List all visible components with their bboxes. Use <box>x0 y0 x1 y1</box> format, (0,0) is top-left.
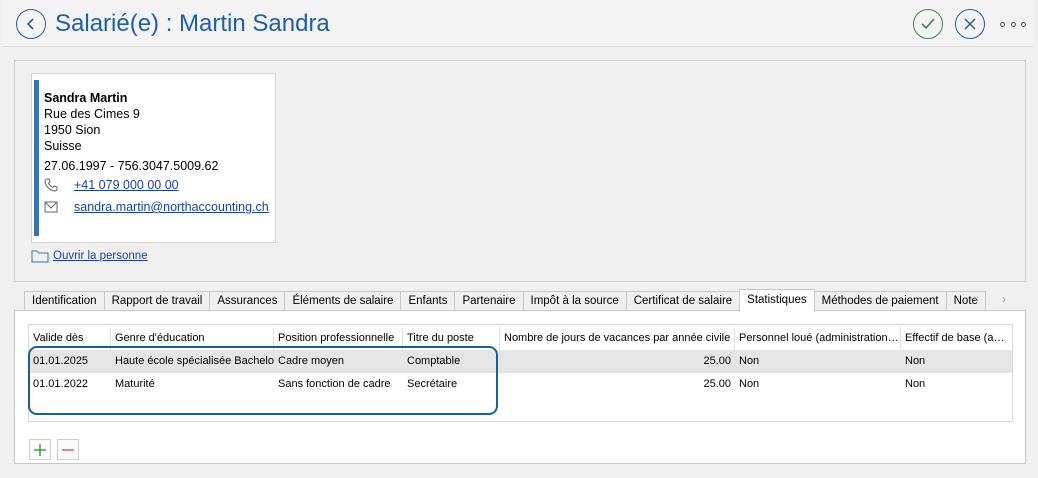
chevron-left-icon <box>26 18 34 30</box>
statistics-tab-content: Valide dès Genre d'éducation Position pr… <box>14 310 1026 464</box>
envelope-icon <box>44 201 74 213</box>
table-cell: Maturité <box>115 378 155 390</box>
person-birth-avs: 27.06.1997 - 756.3047.5009.62 <box>44 159 219 173</box>
add-row-button[interactable] <box>29 439 51 460</box>
open-person-link[interactable]: Ouvrir la personne <box>31 249 148 263</box>
column-header[interactable]: Nombre de jours de vacances par année ci… <box>500 327 735 350</box>
person-name: Sandra Martin <box>44 91 128 105</box>
phone-link[interactable]: +41 079 000 00 00 <box>74 177 179 193</box>
column-header[interactable]: Personnel loué (administration… <box>735 327 901 350</box>
tab-enfants[interactable]: Enfants <box>400 291 456 311</box>
phone-icon <box>44 178 74 192</box>
back-button[interactable] <box>16 9 46 39</box>
person-card: Sandra Martin Rue des Cimes 9 1950 Sion … <box>31 73 276 243</box>
table-row[interactable]: 01.01.2025 Haute école spécialisée Bache… <box>29 350 1012 373</box>
tab-rapport-de-travail[interactable]: Rapport de travail <box>103 291 211 311</box>
tab-elements-de-salaire[interactable]: Éléments de salaire <box>284 291 402 311</box>
tab-area: Identification Rapport de travail Assura… <box>14 288 1026 464</box>
table-cell: 25.00 <box>703 355 731 367</box>
person-country: Suisse <box>44 139 82 153</box>
card-body: Sandra Martin Rue des Cimes 9 1950 Sion … <box>44 90 271 218</box>
email-link[interactable]: sandra.martin@northaccounting.ch <box>74 199 269 215</box>
column-header[interactable]: Genre d'éducation <box>111 327 274 350</box>
grid-header-row: Valide dès Genre d'éducation Position pr… <box>29 327 1012 350</box>
tab-impot-a-la-source[interactable]: Impôt à la source <box>522 291 627 311</box>
tab-statistiques[interactable]: Statistiques <box>739 289 815 312</box>
column-header[interactable]: Effectif de base (a… <box>901 327 1012 350</box>
column-header[interactable]: Titre du poste <box>403 327 500 350</box>
person-city: 1950 Sion <box>44 123 101 137</box>
table-cell: Non <box>739 378 760 390</box>
tab-partenaire[interactable]: Partenaire <box>454 291 524 311</box>
table-cell: 01.01.2022 <box>33 378 89 390</box>
tab-scroll-arrows[interactable]: ‹ › <box>975 292 1016 306</box>
tab-strip: Identification Rapport de travail Assura… <box>24 289 986 312</box>
phone-row: +41 079 000 00 00 <box>44 174 271 196</box>
email-row: sandra.martin@northaccounting.ch <box>44 196 271 218</box>
statistics-grid: Valide dès Genre d'éducation Position pr… <box>28 324 1013 422</box>
tab-certificat-de-salaire[interactable]: Certificat de salaire <box>625 291 741 311</box>
close-icon <box>964 18 976 30</box>
table-cell: Cadre moyen <box>278 355 345 367</box>
table-cell: Haute école spécialisée Bachelor <box>115 355 274 367</box>
table-cell: Secrétaire <box>407 378 458 390</box>
plus-icon <box>34 443 46 456</box>
remove-row-button[interactable] <box>57 439 79 460</box>
table-row[interactable]: 01.01.2022 Maturité Sans fonction de cad… <box>29 373 1012 396</box>
column-header[interactable]: Position professionnelle <box>274 327 403 350</box>
close-button[interactable] <box>955 9 985 39</box>
dot-icon <box>1021 21 1026 27</box>
checkmark-icon <box>921 18 935 30</box>
table-cell: Non <box>905 355 926 367</box>
dot-icon <box>1000 21 1005 27</box>
tab-identification[interactable]: Identification <box>24 291 105 311</box>
card-accent-bar <box>34 80 39 236</box>
column-header[interactable]: Valide dès <box>29 327 111 350</box>
person-street: Rue des Cimes 9 <box>44 107 140 121</box>
page-header: Salarié(e) : Martin Sandra <box>3 0 1033 47</box>
table-cell: Sans fonction de cadre <box>278 378 391 390</box>
tab-assurances[interactable]: Assurances <box>209 291 286 311</box>
folder-icon <box>31 250 49 263</box>
table-cell: 01.01.2025 <box>33 355 89 367</box>
table-cell: Non <box>905 378 926 390</box>
page-title: Salarié(e) : Martin Sandra <box>55 10 330 37</box>
open-person-label: Ouvrir la personne <box>53 250 148 262</box>
dot-icon <box>1010 21 1016 27</box>
confirm-button[interactable] <box>913 9 943 39</box>
table-cell: 25.00 <box>703 378 731 390</box>
table-cell: Non <box>739 355 760 367</box>
more-options-button[interactable] <box>998 16 1028 32</box>
tab-methodes-de-paiement[interactable]: Méthodes de paiement <box>813 291 947 311</box>
minus-icon <box>62 448 74 451</box>
person-panel: Sandra Martin Rue des Cimes 9 1950 Sion … <box>14 60 1026 282</box>
table-cell: Comptable <box>407 355 461 367</box>
